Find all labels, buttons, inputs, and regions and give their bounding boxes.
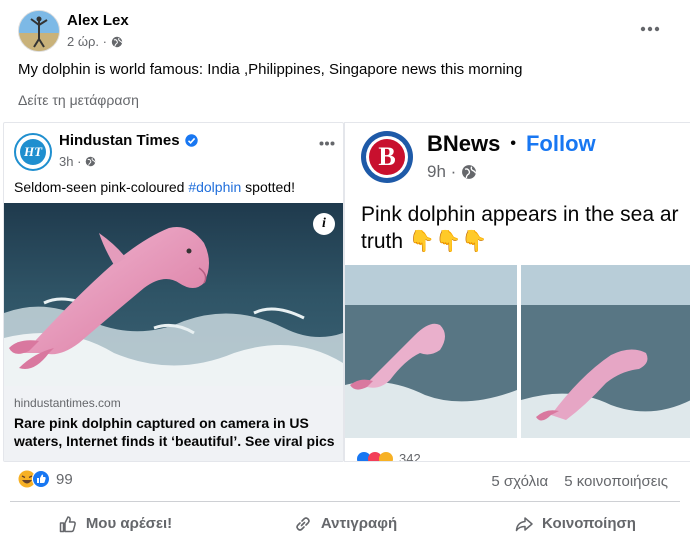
avatar-photo-icon (19, 11, 59, 51)
reactions-summary[interactable]: 99 (18, 470, 73, 488)
share-arrow-icon (515, 516, 533, 531)
hindustan-times-logo[interactable]: HT (14, 133, 52, 171)
ht-name-row: Hindustan Times (59, 132, 198, 149)
shares-count-link[interactable]: 5 κοινοποιήσεις (564, 473, 668, 490)
divider (10, 501, 680, 502)
bnews-logo[interactable]: B (361, 131, 413, 183)
haha-reaction-icon (379, 451, 393, 461)
like-reaction-icon (32, 470, 50, 488)
bnews-name-row: BNews • Follow (427, 131, 596, 157)
more-options-icon[interactable] (640, 25, 660, 33)
shared-post-card-bnews[interactable]: B BNews • Follow 9h · Pink dolphin appea… (344, 122, 690, 462)
post-text: My dolphin is world famous: India ,Phili… (18, 61, 523, 78)
post-meta: 2 ώρ. · (67, 34, 123, 49)
engagement-stats: 5 σχόλια 5 κοινοποιήσεις (491, 473, 668, 490)
bnews-logo-letter: B (369, 139, 405, 175)
ht-logo-text: HT (20, 139, 46, 165)
ht-source-name[interactable]: Hindustan Times (59, 132, 180, 149)
follow-button[interactable]: Follow (526, 131, 596, 157)
ht-dolphin-image[interactable]: i (4, 203, 343, 386)
bnews-logo-inner: B (366, 136, 408, 178)
ht-link-preview[interactable]: hindustantimes.com Rare pink dolphin cap… (4, 386, 343, 461)
globe-icon (111, 36, 123, 47)
copy-button[interactable]: Αντιγραφή (230, 508, 460, 539)
more-options-icon (319, 141, 335, 146)
ht-meta: 3h · (59, 154, 96, 169)
pointing-down-emojis: 👇👇👇 (408, 230, 488, 253)
bnews-meta: 9h · (427, 162, 477, 182)
ht-more-icon[interactable] (319, 133, 335, 151)
share-button[interactable]: Κοινοποίηση (460, 508, 690, 539)
verified-badge-icon (184, 134, 198, 147)
post-header: Alex Lex 2 ώρ. · (0, 0, 690, 58)
ht-link-title[interactable]: Rare pink dolphin captured on camera in … (14, 414, 336, 450)
comments-count-link[interactable]: 5 σχόλια (491, 473, 548, 490)
see-translation-link[interactable]: Δείτε τη μετάφραση (18, 92, 139, 108)
bnews-post-text: Pink dolphin appears in the sea ar truth… (361, 201, 690, 255)
separator-dot: • (510, 135, 516, 152)
globe-icon (462, 165, 477, 179)
info-icon[interactable]: i (313, 213, 335, 235)
dolphin-hashtag-link[interactable]: #dolphin (188, 179, 241, 195)
reaction-count[interactable]: 99 (56, 471, 73, 488)
like-label: Μου αρέσει! (85, 515, 173, 532)
bnews-reactions-partial: 342 (357, 451, 421, 462)
post-time[interactable]: 2 ώρ. · (67, 34, 107, 49)
bnews-time[interactable]: 9h · (427, 162, 456, 182)
bnews-reaction-count: 342 (399, 451, 421, 462)
bnews-source-name[interactable]: BNews (427, 131, 500, 157)
post-author-name[interactable]: Alex Lex (67, 12, 129, 29)
globe-icon (86, 156, 96, 167)
ht-link-domain: hindustantimes.com (14, 396, 121, 410)
post-actions-bar: Μου αρέσει! Αντιγραφή Κοινοποίηση (0, 508, 690, 539)
ht-headline-text: Seldom-seen pink-coloured (14, 179, 189, 195)
like-button[interactable]: Μου αρέσει! (0, 508, 230, 539)
copy-label: Αντιγραφή (320, 515, 398, 532)
thumbs-up-icon (59, 515, 76, 532)
bnews-image-1[interactable] (345, 265, 517, 438)
pink-dolphin-photo (4, 203, 343, 386)
ht-headline: Seldom-seen pink-coloured #dolphin spott… (14, 179, 295, 195)
reaction-icons (18, 470, 50, 488)
avatar[interactable] (18, 10, 60, 52)
link-chain-icon (296, 516, 310, 531)
share-label: Κοινοποίηση (542, 515, 636, 532)
ht-time[interactable]: 3h · (59, 154, 81, 169)
bnews-image-2[interactable] (521, 265, 690, 438)
pink-dolphin-photo (345, 265, 517, 438)
pink-dolphin-photo (521, 265, 690, 438)
ht-headline-suffix: spotted! (241, 179, 295, 195)
shared-post-card-hindustan-times[interactable]: HT Hindustan Times 3h · Seldom-seen pink… (3, 122, 344, 462)
